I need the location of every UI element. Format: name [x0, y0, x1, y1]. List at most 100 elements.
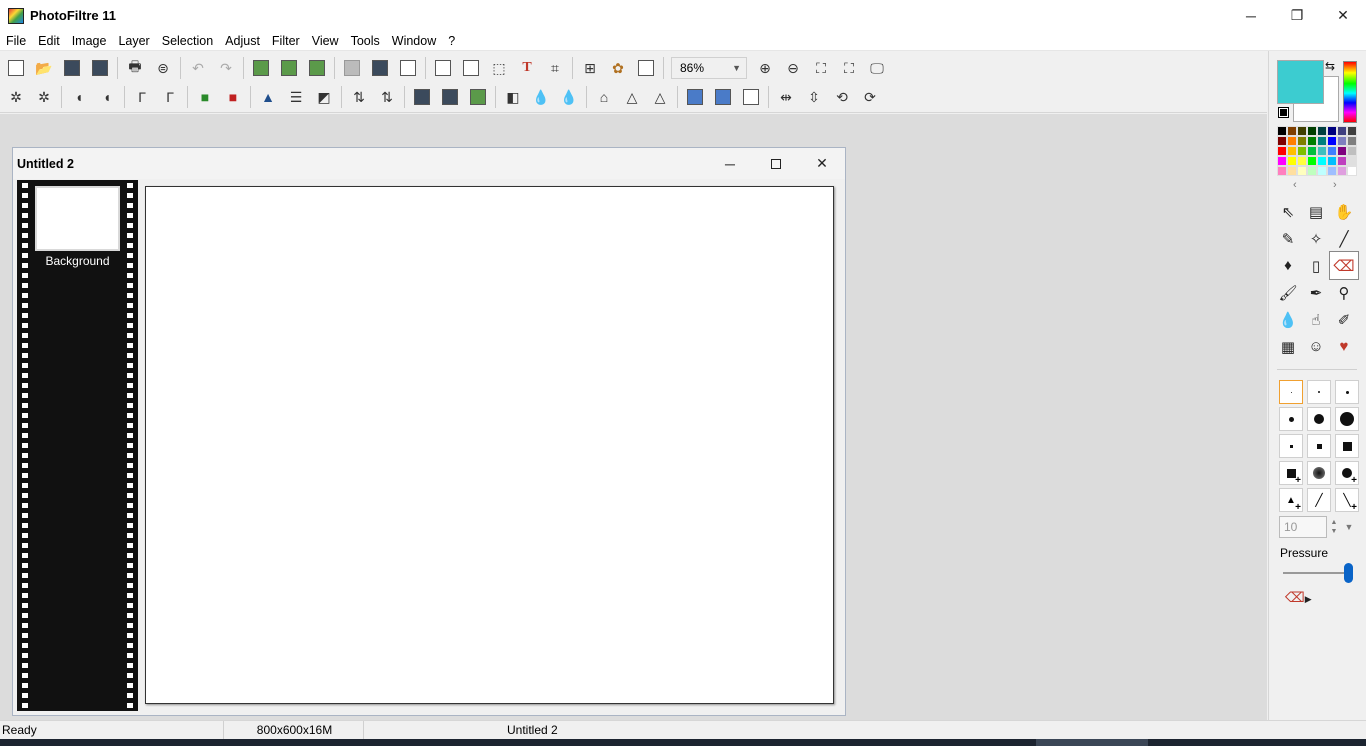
zoom-select[interactable]: 86% ▼ [671, 57, 747, 79]
brush-square-9[interactable] [1335, 434, 1359, 458]
menu-view[interactable]: View [306, 31, 345, 51]
palette-swatch[interactable] [1317, 156, 1327, 166]
palette-swatch[interactable] [1347, 136, 1357, 146]
hand-tool[interactable]: ✋ [1330, 198, 1358, 225]
brush-backslash-plus[interactable]: ╲ + [1335, 488, 1359, 513]
canvas-size-button[interactable] [457, 55, 485, 81]
palette-swatch[interactable] [1307, 166, 1317, 176]
palette-swatch[interactable] [1347, 156, 1357, 166]
palette-swatch[interactable] [1277, 126, 1287, 136]
foreground-color-swatch[interactable] [1277, 60, 1324, 104]
layer-transform-button[interactable]: ⌗ [541, 55, 569, 81]
palette-swatch[interactable] [1307, 136, 1317, 146]
brush-slash[interactable]: ╱ [1307, 488, 1331, 512]
line-tool[interactable]: ╱ [1330, 225, 1358, 252]
brush-size-input[interactable]: 10 [1279, 516, 1327, 538]
soften-button[interactable]: △ [618, 84, 646, 110]
menu-adjust[interactable]: Adjust [219, 31, 266, 51]
clone-stamp-tool[interactable]: ⚲ [1330, 279, 1358, 306]
palette-swatch[interactable] [1317, 136, 1327, 146]
menu-edit[interactable]: Edit [32, 31, 66, 51]
palette-swatch[interactable] [1327, 146, 1337, 156]
brush-square-3[interactable] [1279, 434, 1303, 458]
module-button[interactable] [632, 55, 660, 81]
color-spectrum[interactable] [1343, 61, 1357, 123]
portrait-tool[interactable]: ☺ [1302, 333, 1330, 360]
actual-size-button[interactable]: ⛶ [835, 55, 863, 81]
layer-thumbnail[interactable] [35, 186, 120, 251]
menu-selection[interactable]: Selection [156, 31, 219, 51]
color-picker-tool[interactable]: ✎ [1274, 225, 1302, 252]
contrast-plus-button[interactable]: Г [156, 84, 184, 110]
brush-round-3[interactable] [1335, 380, 1359, 404]
eraser-tool[interactable]: ⌫ [1329, 251, 1359, 280]
palette-swatch[interactable] [1327, 156, 1337, 166]
taskbar-active-app[interactable] [1036, 739, 1148, 746]
brush-soft-round[interactable] [1307, 461, 1331, 485]
fit-image-button[interactable]: ⛶ [807, 55, 835, 81]
palette-swatch[interactable] [1277, 166, 1287, 176]
brush-round-plus[interactable]: + [1335, 461, 1359, 486]
text-button[interactable]: T [513, 55, 541, 81]
brush-round-2[interactable] [1307, 380, 1331, 404]
palette-swatch[interactable] [1337, 136, 1347, 146]
color-balance-button[interactable] [464, 84, 492, 110]
palette-swatch[interactable] [1317, 146, 1327, 156]
palette-swatch[interactable] [1287, 156, 1297, 166]
palette-swatch[interactable] [1317, 126, 1327, 136]
smudge-tool[interactable]: ☝ [1302, 306, 1330, 333]
pressure-slider-track[interactable] [1283, 572, 1349, 574]
eraser-mode-button[interactable]: ⌫▶ [1285, 589, 1312, 606]
sepia-button[interactable] [436, 84, 464, 110]
transparency-button[interactable] [338, 55, 366, 81]
deformation-tool[interactable]: ✐ [1330, 306, 1358, 333]
brightness-plus-button[interactable]: ◖ [93, 84, 121, 110]
plugin-button[interactable]: ✿ [604, 55, 632, 81]
levels-button[interactable]: ☰ [282, 84, 310, 110]
layer-manager-tool[interactable]: ▤ [1302, 198, 1330, 225]
texture-button[interactable] [737, 84, 765, 110]
palette-swatch[interactable] [1297, 146, 1307, 156]
auto-contrast-button[interactable]: ⇅ [373, 84, 401, 110]
menu-file[interactable]: File [0, 31, 32, 51]
palette-swatch[interactable] [1297, 126, 1307, 136]
layer-manager-button[interactable]: ⊞ [576, 55, 604, 81]
palette-swatch[interactable] [1287, 166, 1297, 176]
palette-swatch[interactable] [1327, 136, 1337, 146]
document-title-bar[interactable]: Untitled 2 ─ ✕ [13, 148, 845, 179]
open-file-button[interactable]: 📂 [30, 55, 58, 81]
invert-button[interactable]: ◩ [310, 84, 338, 110]
brush-round-13[interactable] [1335, 407, 1359, 431]
palette-swatch[interactable] [1277, 136, 1287, 146]
brush-size-spinner[interactable]: ▲ ▼ [1327, 516, 1341, 538]
auto-levels-button[interactable]: ⇅ [345, 84, 373, 110]
paintbrush-tool[interactable]: 🖌 [1274, 279, 1302, 306]
pressure-slider-thumb[interactable] [1343, 563, 1353, 583]
reset-colors-icon[interactable] [1278, 107, 1289, 118]
copy-button[interactable] [247, 55, 275, 81]
color-mode-button[interactable] [366, 55, 394, 81]
brush-square-5[interactable] [1307, 434, 1331, 458]
palette-swatch[interactable] [1307, 126, 1317, 136]
save-button[interactable] [58, 55, 86, 81]
magic-wand-tool[interactable]: ✧ [1302, 225, 1330, 252]
contrast-minus-button[interactable]: Г [128, 84, 156, 110]
menu-image[interactable]: Image [66, 31, 113, 51]
emboss-button[interactable]: ⌂ [590, 84, 618, 110]
gradient-button[interactable] [681, 84, 709, 110]
doc-minimize-button[interactable]: ─ [707, 148, 753, 179]
palette-swatch[interactable] [1277, 156, 1287, 166]
image-canvas[interactable] [145, 186, 834, 704]
menu-tools[interactable]: Tools [345, 31, 386, 51]
advanced-brush-tool[interactable]: ✒ [1302, 279, 1330, 306]
select-all-button[interactable]: ✲ [2, 84, 30, 110]
image-size-button[interactable] [429, 55, 457, 81]
paste-button[interactable] [275, 55, 303, 81]
menu-layer[interactable]: Layer [112, 31, 155, 51]
select-invert-button[interactable]: ✲ [30, 84, 58, 110]
sharpen-more-button[interactable]: △ [646, 84, 674, 110]
blur-edge-button[interactable]: ◧ [499, 84, 527, 110]
menu-filter[interactable]: Filter [266, 31, 306, 51]
palette-swatch[interactable] [1347, 166, 1357, 176]
paste-new-button[interactable] [303, 55, 331, 81]
